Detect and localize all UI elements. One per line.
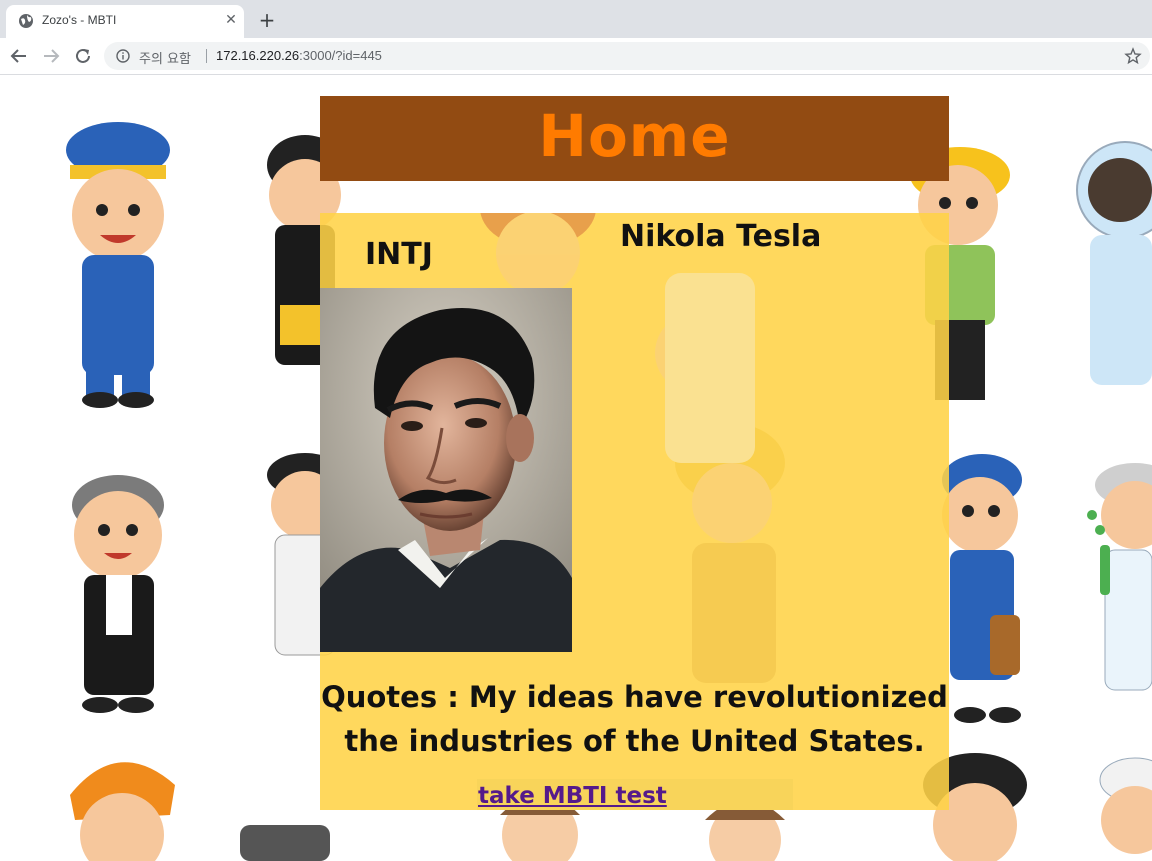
url-host: 172.16.220.26 — [216, 48, 300, 63]
info-icon[interactable] — [116, 49, 130, 63]
reload-icon[interactable] — [72, 45, 94, 67]
plus-icon[interactable]: + — [256, 9, 278, 31]
profile-card: INTJ Nikola Tesla Quotes: My ideas have… — [320, 213, 949, 810]
security-label[interactable]: 주의 요함 — [139, 48, 191, 67]
url-path: :3000/?id=445 — [299, 48, 382, 63]
address-bar[interactable]: 주의 요함 172.16.220.26:3000/?id=445 — [104, 42, 1150, 70]
test-link-container: take MBTI test — [477, 779, 793, 810]
forward-arrow-icon[interactable] — [40, 45, 62, 67]
page-header: Home — [320, 96, 949, 181]
mbti-type: INTJ — [365, 237, 433, 272]
omnibox-divider — [206, 49, 207, 63]
back-arrow-icon[interactable] — [8, 45, 30, 67]
page-viewport: Home INTJ Nikola Tesla Quotes: My ideas… — [0, 75, 1152, 861]
person-name: Nikola Tesla — [620, 219, 822, 254]
star-icon[interactable] — [1124, 47, 1142, 65]
close-icon[interactable]: ✕ — [222, 11, 240, 29]
take-mbti-test-link[interactable]: take MBTI test — [478, 783, 667, 809]
tab-strip: Zozo's - MBTI ✕ + — [0, 0, 1152, 38]
quote-text: Quotes : My ideas have revolutionized th… — [321, 680, 948, 758]
browser-tab[interactable]: Zozo's - MBTI ✕ — [6, 5, 244, 38]
browser-toolbar: 주의 요함 172.16.220.26:3000/?id=445 — [0, 38, 1152, 75]
url-text[interactable]: 172.16.220.26:3000/?id=445 — [216, 48, 382, 63]
person-portrait — [320, 288, 572, 652]
globe-icon — [19, 14, 33, 28]
page-title: Home — [538, 102, 731, 170]
tab-title: Zozo's - MBTI — [42, 13, 117, 27]
